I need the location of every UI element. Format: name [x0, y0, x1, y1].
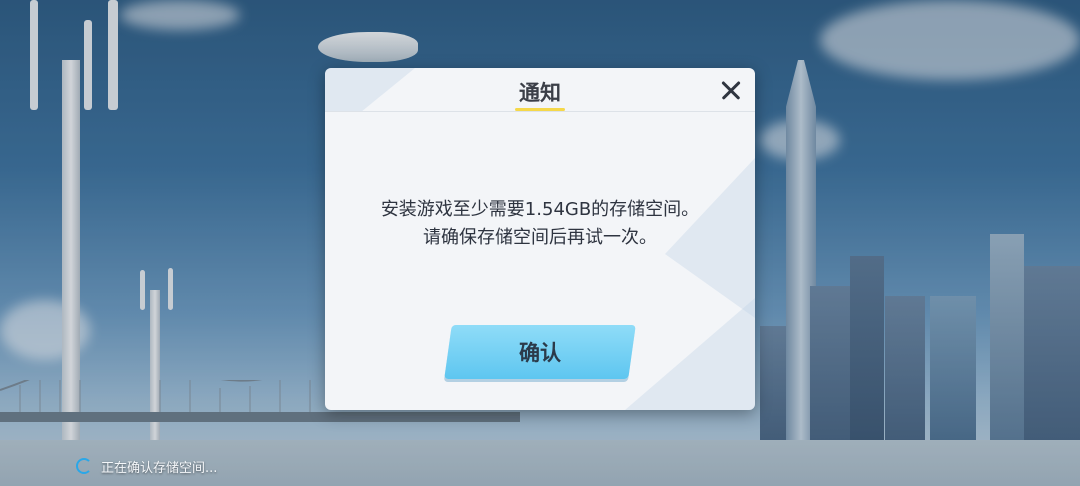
confirm-button[interactable]: 确认 — [444, 325, 636, 379]
notice-dialog: 通知 安装游戏至少需要1.54GB的存储空间。 请确保存储空间后再试一次。 确认 — [325, 68, 755, 410]
dialog-title: 通知 — [519, 81, 561, 105]
loading-spinner-icon — [76, 458, 92, 474]
message-line: 安装游戏至少需要1.54GB的存储空间。 — [380, 199, 700, 220]
close-icon[interactable] — [717, 76, 745, 104]
dialog-message: 安装游戏至少需要1.54GB的存储空间。 请确保存储空间后再试一次。 — [325, 196, 755, 252]
message-line: 请确保存储空间后再试一次。 — [423, 227, 657, 248]
confirm-button-label: 确认 — [519, 341, 561, 365]
status-bar: 正在确认存储空间... — [76, 456, 217, 476]
title-underline — [515, 108, 565, 111]
status-text: 正在确认存储空间... — [101, 460, 218, 476]
dialog-header: 通知 — [325, 68, 755, 112]
decorative-facet — [625, 298, 755, 410]
